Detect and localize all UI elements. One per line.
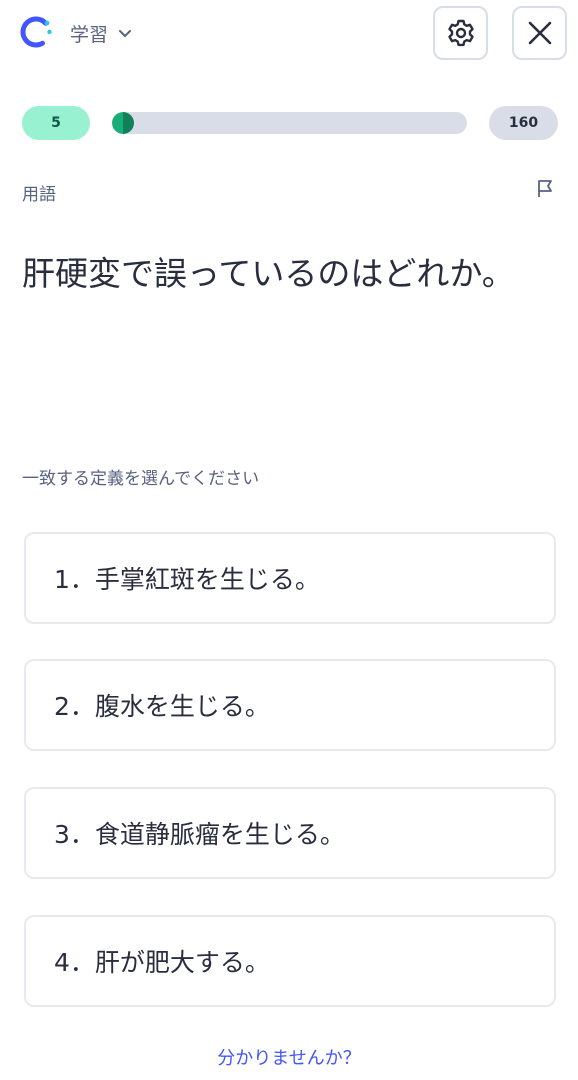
top-bar: 学習: [0, 0, 578, 70]
flag-icon: [538, 180, 552, 197]
close-icon: [528, 21, 551, 45]
progress-bar: 5 160: [22, 106, 558, 140]
answer-option-1[interactable]: 1．手掌紅斑を生じる。: [24, 532, 556, 624]
completed-count-badge: 5: [22, 106, 90, 140]
total-count-badge: 160: [489, 106, 558, 140]
progress-track: [112, 112, 467, 134]
report-button[interactable]: [530, 173, 560, 203]
answer-option-3[interactable]: 3．食道静脈瘤を生じる。: [24, 787, 556, 879]
answer-option-2[interactable]: 2．腹水を生じる。: [24, 659, 556, 751]
quizlet-ring-icon: [20, 16, 52, 48]
instruction-text: 一致する定義を選んでください: [22, 469, 260, 489]
question-text: 肝硬変で誤っているのはどれか。: [22, 254, 515, 293]
study-mode-label: 学習: [70, 23, 109, 46]
term-label: 用語: [22, 185, 56, 205]
study-mode-dropdown[interactable]: 学習: [70, 18, 132, 48]
answer-option-4[interactable]: 4．肝が肥大する。: [24, 915, 556, 1007]
chevron-down-icon: [119, 30, 132, 37]
close-button[interactable]: [512, 6, 567, 60]
dont-know-link[interactable]: 分かりませんか？: [0, 1044, 578, 1070]
settings-button[interactable]: [433, 6, 488, 60]
gear-icon: [447, 19, 474, 47]
progress-fill: [112, 112, 134, 134]
